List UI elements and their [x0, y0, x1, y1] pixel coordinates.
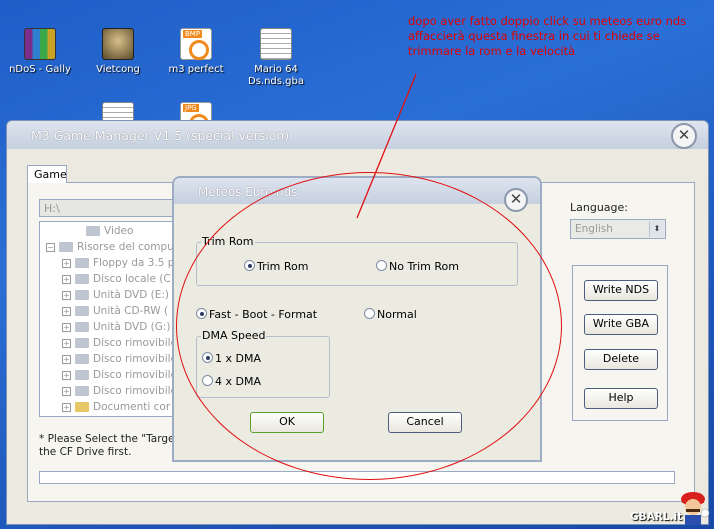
watermark-text: GBARL.it: [630, 511, 683, 523]
mario-mascot-icon: [681, 492, 710, 525]
annotation-arrow: [356, 73, 417, 219]
